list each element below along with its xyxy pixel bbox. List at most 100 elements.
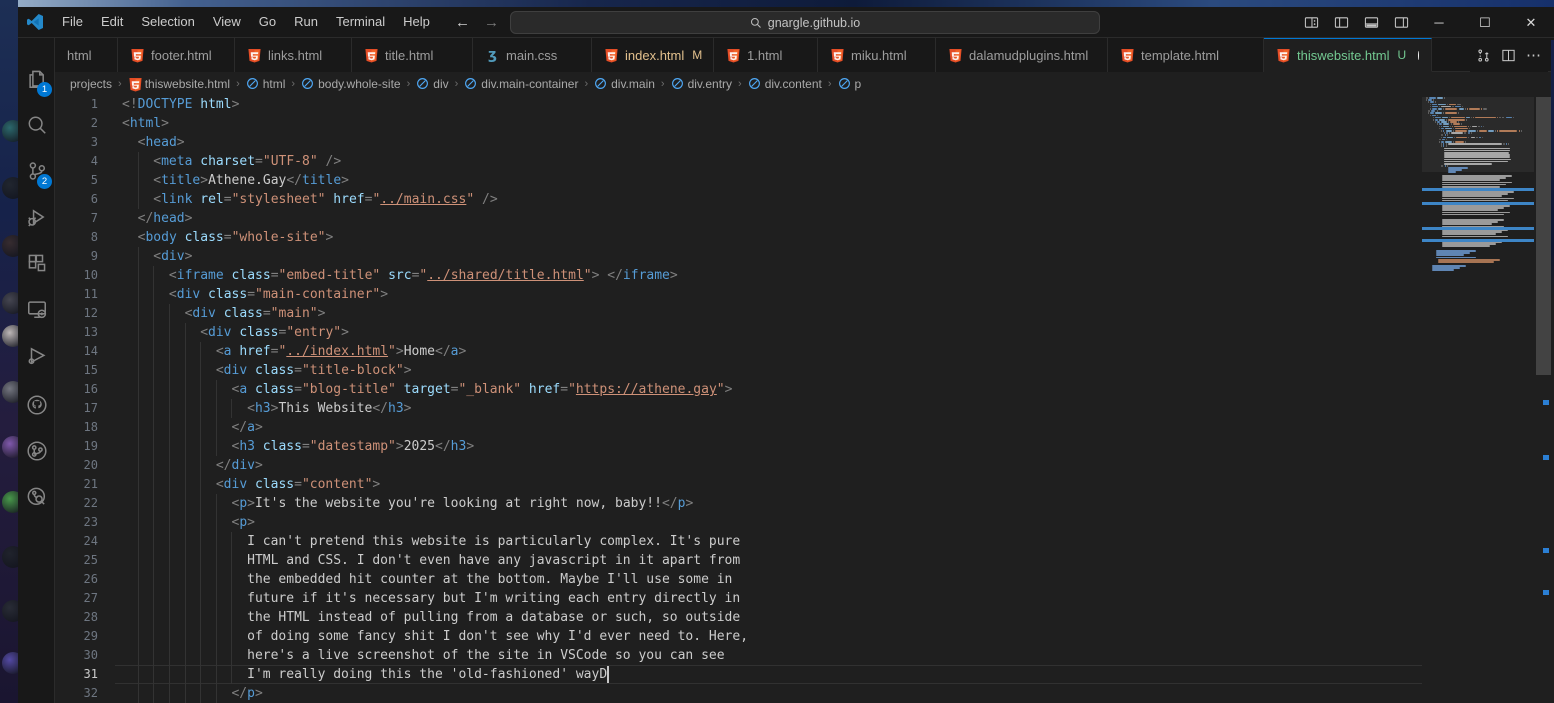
menu-run[interactable]: Run	[285, 11, 327, 33]
code-line-16[interactable]: 16 <a class="blog-title" target="_blank"…	[55, 380, 1422, 399]
code-line-19[interactable]: 19 <h3 class="datestamp">2025</h3>	[55, 437, 1422, 456]
code-line-30[interactable]: 30 here's a live screenshot of the site …	[55, 646, 1422, 665]
indent-guide	[169, 456, 185, 475]
tab-1-html[interactable]: 1.html	[714, 38, 818, 72]
tab-label: html	[67, 48, 92, 63]
line-number: 22	[55, 494, 98, 513]
code-line-21[interactable]: 21 <div class="content">	[55, 475, 1422, 494]
code-line-12[interactable]: 12 <div class="main">	[55, 304, 1422, 323]
tab-links-html[interactable]: links.html	[235, 38, 352, 72]
code-line-13[interactable]: 13 <div class="entry">	[55, 323, 1422, 342]
code-line-14[interactable]: 14 <a href="../index.html">Home</a>	[55, 342, 1422, 361]
source-control-icon[interactable]: 2	[18, 151, 55, 191]
arrow-right-icon[interactable]: →	[484, 14, 499, 31]
compare-changes-icon[interactable]	[1476, 48, 1491, 63]
customize-layout-icon[interactable]	[1296, 7, 1326, 38]
explorer-icon[interactable]: 1	[18, 59, 55, 99]
unsaved-dot-icon[interactable]	[1418, 51, 1419, 60]
toggle-primary-sidebar-icon[interactable]	[1326, 7, 1356, 38]
minimap[interactable]	[1422, 95, 1534, 703]
code-line-11[interactable]: 11 <div class="main-container">	[55, 285, 1422, 304]
triangle-extension-icon[interactable]	[18, 335, 55, 375]
code-line-27[interactable]: 27 future if it's necessary but I'm writ…	[55, 589, 1422, 608]
breadcrumb-item-projects[interactable]: projects	[70, 77, 112, 91]
command-center-search[interactable]: gnargle.github.io	[510, 11, 1100, 34]
indent-guide	[153, 494, 169, 513]
code-line-4[interactable]: 4 <meta charset="UTF-8" />	[55, 152, 1422, 171]
breadcrumb-item-div-content[interactable]: div.content	[748, 77, 822, 91]
menu-edit[interactable]: Edit	[92, 11, 132, 33]
code-line-20[interactable]: 20 </div>	[55, 456, 1422, 475]
line-number: 12	[55, 304, 98, 323]
scrollbar-thumb[interactable]	[1536, 97, 1551, 375]
tab-main-css[interactable]: ʒmain.css	[473, 38, 592, 72]
code-line-29[interactable]: 29 of doing some fancy shit I don't see …	[55, 627, 1422, 646]
symbol-element-icon	[838, 77, 851, 90]
code-line-28[interactable]: 28 the HTML instead of pulling from a da…	[55, 608, 1422, 627]
code-editor[interactable]: 1<!DOCTYPE html>2<html>3 <head>4 <meta c…	[55, 95, 1422, 703]
split-editor-icon[interactable]	[1501, 48, 1516, 63]
code-line-10[interactable]: 10 <iframe class="embed-title" src="../s…	[55, 266, 1422, 285]
code-line-24[interactable]: 24 I can't pretend this website is parti…	[55, 532, 1422, 551]
breadcrumb-item-p[interactable]: p	[838, 77, 862, 91]
menu-help[interactable]: Help	[394, 11, 439, 33]
git-graph-icon[interactable]	[18, 431, 55, 471]
breadcrumb-item-div-entry[interactable]: div.entry	[671, 77, 732, 91]
code-line-23[interactable]: 23 <p>	[55, 513, 1422, 532]
menu-terminal[interactable]: Terminal	[327, 11, 394, 33]
search-icon[interactable]	[18, 105, 55, 145]
code-line-6[interactable]: 6 <link rel="stylesheet" href="../main.c…	[55, 190, 1422, 209]
code-line-9[interactable]: 9 <div>	[55, 247, 1422, 266]
close-button[interactable]: ✕	[1508, 7, 1554, 38]
code-line-17[interactable]: 17 <h3>This Website</h3>	[55, 399, 1422, 418]
code-line-18[interactable]: 18 </a>	[55, 418, 1422, 437]
extensions-icon[interactable]	[18, 243, 55, 283]
more-actions-icon[interactable]: ⋯	[1526, 46, 1542, 64]
remote-explorer-icon[interactable]	[18, 289, 55, 329]
menu-file[interactable]: File	[53, 11, 92, 33]
breadcrumb-item-div-main[interactable]: div.main	[594, 77, 655, 91]
indent-guide	[138, 684, 154, 703]
breadcrumb-item-div[interactable]: div	[416, 77, 448, 91]
github-icon[interactable]	[18, 385, 55, 425]
code-line-22[interactable]: 22 <p>It's the website you're looking at…	[55, 494, 1422, 513]
tab-html[interactable]: html	[55, 38, 118, 72]
gitlens-icon[interactable]	[18, 477, 55, 517]
menu-view[interactable]: View	[204, 11, 250, 33]
code-line-5[interactable]: 5 <title>Athene.Gay</title>	[55, 171, 1422, 190]
tab-dalamudplugins-html[interactable]: dalamudplugins.html	[936, 38, 1108, 72]
minimap-line	[1449, 132, 1450, 134]
godot-tools-icon[interactable]	[18, 527, 55, 567]
menu-go[interactable]: Go	[250, 11, 285, 33]
tab-title-html[interactable]: title.html	[352, 38, 473, 72]
menu-selection[interactable]: Selection	[132, 11, 203, 33]
toggle-panel-icon[interactable]	[1356, 7, 1386, 38]
code-line-3[interactable]: 3 <head>	[55, 133, 1422, 152]
tab-footer-html[interactable]: footer.html	[118, 38, 235, 72]
code-line-1[interactable]: 1<!DOCTYPE html>	[55, 95, 1422, 114]
toggle-secondary-sidebar-icon[interactable]	[1386, 7, 1416, 38]
code-line-15[interactable]: 15 <div class="title-block">	[55, 361, 1422, 380]
code-line-31[interactable]: 31 I'm really doing this the 'old-fashio…	[55, 665, 1422, 684]
minimize-button[interactable]: ─	[1416, 7, 1462, 38]
breadcrumb-item-div-main-container[interactable]: div.main-container	[464, 77, 578, 91]
maximize-button[interactable]: ☐	[1462, 7, 1508, 38]
minimap-line	[1445, 134, 1446, 136]
tab-template-html[interactable]: template.html	[1108, 38, 1264, 72]
code-line-2[interactable]: 2<html>	[55, 114, 1422, 133]
tab-thiswebsite-html[interactable]: thiswebsite.htmlU	[1264, 38, 1432, 72]
breadcrumb-item-body-whole-site[interactable]: body.whole-site	[301, 77, 401, 91]
vscode-logo-icon	[27, 14, 43, 30]
tab-miku-html[interactable]: miku.html	[818, 38, 936, 72]
minimap-line	[1443, 112, 1444, 114]
code-line-25[interactable]: 25 HTML and CSS. I don't even have any j…	[55, 551, 1422, 570]
code-line-7[interactable]: 7 </head>	[55, 209, 1422, 228]
breadcrumb-item-thiswebsite-html[interactable]: thiswebsite.html	[128, 77, 230, 91]
code-line-32[interactable]: 32 </p>	[55, 684, 1422, 703]
tab-index-html[interactable]: index.htmlM	[592, 38, 714, 72]
arrow-left-icon[interactable]: ←	[455, 14, 470, 31]
code-line-26[interactable]: 26 the embedded hit counter at the botto…	[55, 570, 1422, 589]
breadcrumb-item-html[interactable]: html	[246, 77, 286, 91]
code-line-8[interactable]: 8 <body class="whole-site">	[55, 228, 1422, 247]
run-debug-icon[interactable]	[18, 197, 55, 237]
